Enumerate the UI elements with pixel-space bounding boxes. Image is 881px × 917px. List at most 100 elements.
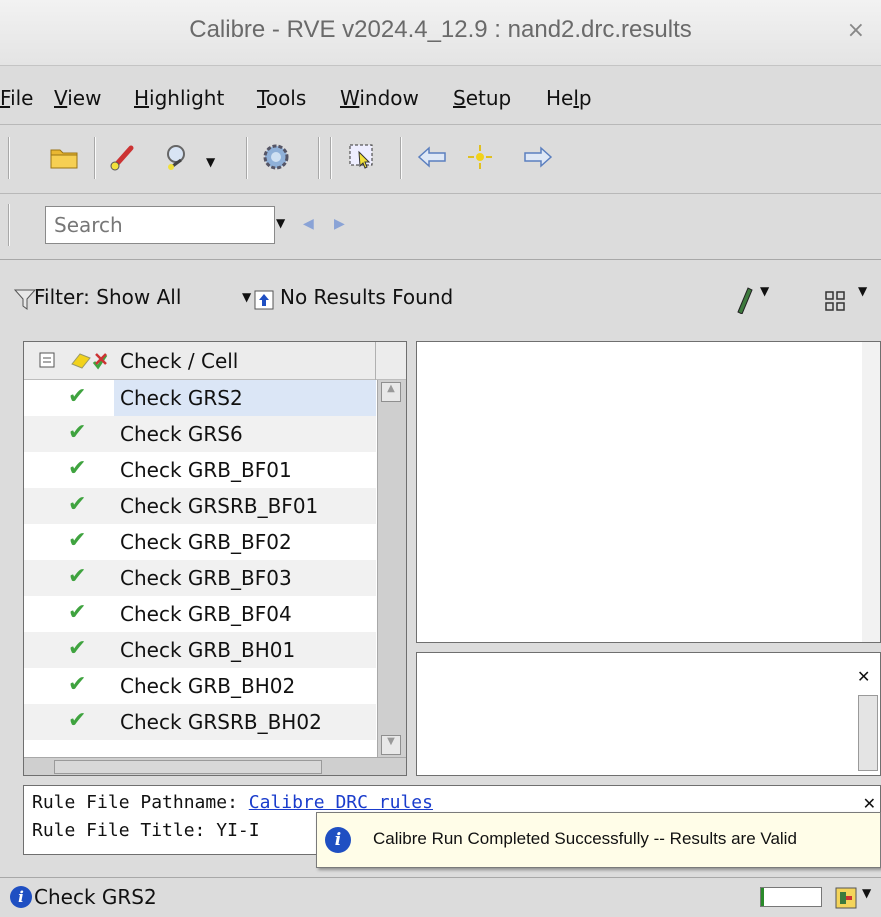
layout-viewer-icon[interactable] [834,886,858,910]
search-toolbar: Search ▼ ◀ ▶ [0,196,881,260]
tree-row[interactable]: ✔Check GRS2( [24,380,387,416]
highlight-select-icon[interactable] [344,139,380,175]
open-folder-icon[interactable] [46,139,82,175]
rule-pathname-link[interactable]: Calibre DRC rules [249,792,433,813]
passed-check-icon: ✔ [68,564,87,589]
check-name: Check GRSRB_BF01 [120,494,319,518]
ruler-dropdown-arrow-icon[interactable]: ▼ [760,284,769,298]
search-input[interactable]: Search [45,206,275,244]
menu-setup[interactable]: Setup [453,86,511,110]
tree-columns-icon[interactable] [38,351,58,371]
toolbar-grip [8,137,10,179]
close-window-button[interactable]: × [847,18,865,43]
filter-dropdown-arrow-icon[interactable]: ▼ [242,290,251,304]
check-tree: Check / Cell ✔Check GRS2( ✔Check GRS6( ✔… [23,341,407,776]
window-titlebar: Calibre - RVE v2024.4_12.9 : nand2.drc.r… [0,0,881,66]
zoom-icon[interactable] [160,139,196,175]
passed-check-icon: ✔ [68,600,87,625]
results-view[interactable] [416,341,881,643]
menu-setup-mnemonic: S [453,86,466,110]
tree-rows: ✔Check GRS2( ✔Check GRS6( ✔Check GRB_BF0… [24,380,387,740]
filter-dropdown[interactable]: Filter: Show All [34,285,181,309]
progress-indicator [760,887,822,907]
check-name: Check GRS6 [120,422,243,446]
toolbar-separator [94,137,96,179]
rule-pathname-label: Rule File Pathname: [32,792,238,813]
tree-row[interactable]: ✔Check GRB_BH02( [24,668,387,704]
rule-title-value: YI-I [216,820,260,841]
result-detail-view[interactable]: ✕ [416,652,881,776]
tree-row[interactable]: ✔Check GRSRB_BH02( [24,704,387,740]
passed-check-icon: ✔ [68,528,87,553]
tree-row[interactable]: ✔Check GRB_BF02( [24,524,387,560]
menu-tools[interactable]: Tools [257,86,306,110]
scroll-up-icon[interactable]: ▲ [381,382,401,402]
passed-check-icon: ✔ [68,384,87,409]
tree-row[interactable]: ✔Check GRB_BF01( [24,452,387,488]
window-title: Calibre - RVE v2024.4_12.9 : nand2.drc.r… [189,16,692,43]
info-icon: i [10,886,32,908]
status-bar: i Check GRS2 ▼ [0,877,881,917]
close-rule-info-icon[interactable]: ✕ [863,794,876,813]
check-name: Check GRB_BF02 [120,530,292,554]
rule-title-label: Rule File Title: [32,820,206,841]
menu-window-mnemonic: W [340,86,360,110]
menu-setup-rest: etup [465,86,512,110]
menu-bar: File View Highlight Tools Window Setup H… [0,78,881,122]
toolbar-grip [330,137,332,179]
tree-row[interactable]: ✔Check GRSRB_BF01( [24,488,387,524]
search-next-icon[interactable]: ▶ [334,216,345,232]
passed-check-icon: ✔ [68,708,87,733]
filter-funnel-icon[interactable] [14,288,36,312]
menu-window[interactable]: Window [340,86,419,110]
tree-row[interactable]: ✔Check GRS6( [24,416,387,452]
menu-help[interactable]: Help [546,86,592,110]
tree-row[interactable]: ✔Check GRB_BF03( [24,560,387,596]
check-name: Check GRB_BH02 [120,674,296,698]
tree-row[interactable]: ✔Check GRB_BF04( [24,596,387,632]
check-name: Check GRSRB_BH02 [120,710,322,734]
next-arrow-icon[interactable] [520,139,556,175]
tree-row[interactable]: ✔Check GRB_BH01( [24,632,387,668]
layout-dropdown-arrow-icon[interactable]: ▼ [858,284,867,298]
zoom-dropdown-arrow-icon[interactable]: ▼ [206,155,215,169]
previous-arrow-icon[interactable] [414,139,450,175]
progress-fill [761,888,764,906]
status-text: Check GRS2 [34,885,157,909]
close-detail-icon[interactable]: ✕ [857,667,877,689]
viewer-dropdown-arrow-icon[interactable]: ▼ [862,886,871,900]
ruler-tool-icon[interactable] [734,286,756,314]
highlight-brush-icon[interactable] [104,139,140,175]
main-toolbar: ▼ [0,124,881,194]
passed-check-icon: ✔ [68,492,87,517]
highlight-center-icon[interactable] [462,139,498,175]
menu-view[interactable]: View [54,86,101,110]
info-icon: i [325,827,351,853]
menu-tools-mnemonic: T [257,86,266,110]
tree-horizontal-scrollbar[interactable] [24,757,406,775]
tree-vertical-scrollbar[interactable]: ▲ ▼ [377,380,406,757]
search-dropdown-arrow-icon[interactable]: ▼ [276,216,285,230]
menu-file[interactable]: File [0,86,33,110]
notification-message: Calibre Run Completed Successfully -- Re… [373,829,797,848]
check-name: Check GRB_BF04 [120,602,292,626]
run-complete-notification[interactable]: i Calibre Run Completed Successfully -- … [316,812,881,868]
results-navigate-icon[interactable] [252,288,276,312]
scroll-thumb[interactable] [54,760,322,774]
menu-help-pre: He [546,86,574,110]
check-name: Check GRB_BF01 [120,458,292,482]
settings-gear-icon[interactable] [258,139,294,175]
menu-highlight-mnemonic: H [134,86,150,110]
menu-tools-rest: ools [265,86,307,110]
check-name: Check GRB_BH01 [120,638,296,662]
menu-highlight[interactable]: Highlight [134,86,224,110]
column-divider[interactable] [375,342,376,380]
search-previous-icon[interactable]: ◀ [303,216,314,232]
menu-file-rest: ile [10,86,34,110]
grid-layout-icon[interactable] [824,290,848,312]
tree-header-label: Check / Cell [120,349,239,373]
check-name: Check GRB_BF03 [120,566,292,590]
scroll-down-icon[interactable]: ▼ [381,735,401,755]
detail-vertical-scrollbar[interactable] [858,695,878,771]
results-vertical-scrollbar[interactable] [862,342,880,642]
